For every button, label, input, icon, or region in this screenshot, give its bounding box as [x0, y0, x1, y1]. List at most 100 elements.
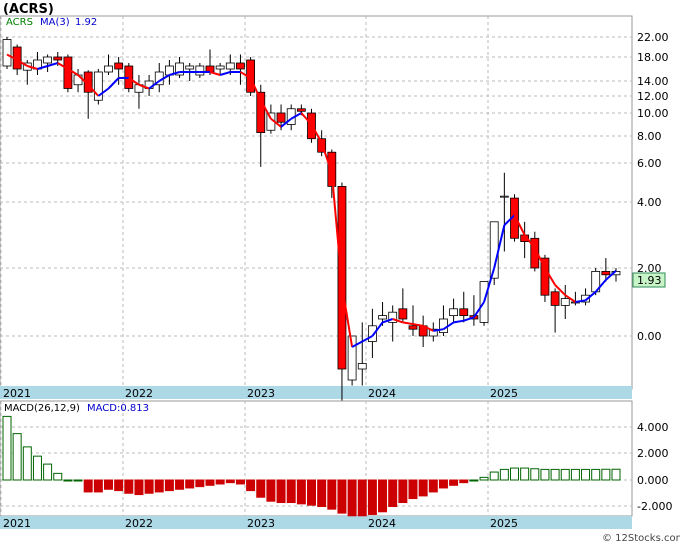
candle-body [276, 112, 286, 123]
candle-body [398, 308, 408, 320]
candle-body [63, 56, 73, 89]
price-y-tick-label: 22.00 [637, 31, 669, 44]
price-x-label: 2021 [3, 387, 31, 400]
candle-body [185, 65, 195, 70]
macd-bar [63, 479, 73, 482]
macd-bar [570, 468, 580, 481]
macd-x-label: 2021 [3, 517, 31, 530]
candle-body [449, 308, 459, 316]
macd-bar [134, 479, 144, 496]
macd-bar [2, 415, 12, 481]
candle-body [225, 62, 235, 70]
macd-bar [22, 446, 32, 481]
price-y-tick-label: 10.00 [637, 107, 669, 120]
macd-bar [550, 468, 560, 481]
macd-date-band [0, 516, 632, 529]
macd-bar [520, 467, 530, 481]
macd-bar [164, 479, 174, 492]
macd-bar [591, 468, 601, 481]
candle-body [296, 108, 306, 112]
macd-bar [530, 468, 540, 481]
macd-bar [205, 479, 215, 486]
macd-bar [12, 433, 22, 481]
macd-bar [367, 479, 377, 515]
macd-bar [175, 479, 185, 490]
macd-y-axis: 4.000 2.000 0.000 -2.000 [637, 421, 672, 513]
price-x-label: 2025 [490, 387, 518, 400]
candle-body [215, 65, 225, 70]
macd-bar [225, 479, 235, 484]
stock-chart: (ACRS) 2021 2022 2023 2024 2025 22.00 18.00 14… [0, 2, 680, 544]
legend-ma-label: MA(3) [40, 17, 70, 28]
macd-bar [104, 479, 113, 490]
candle-body [357, 363, 367, 370]
price-y-tick-label: 6.00 [637, 157, 662, 170]
macd-bar [43, 463, 53, 481]
candle-body [499, 195, 509, 198]
price-y-tick-label: 18.00 [637, 51, 669, 64]
macd-bar [388, 479, 398, 507]
price-y-tick-label: 0.00 [637, 330, 662, 343]
macd-bar [469, 479, 479, 482]
macd-bar [499, 468, 509, 481]
price-y-tick-label: 12.00 [637, 90, 669, 103]
candle-body [93, 71, 103, 101]
candle-body [114, 62, 124, 70]
candle-body [2, 39, 12, 67]
macd-y-tick-label: -2.000 [637, 500, 672, 513]
macd-bar [195, 479, 205, 488]
legend-ma-value: 1.92 [75, 17, 97, 28]
macd-bar [378, 479, 388, 513]
price-x-label: 2023 [247, 387, 275, 400]
macd-bar [408, 479, 418, 500]
macd-bar [144, 479, 154, 494]
macd-bar [124, 479, 134, 494]
candle-body [53, 56, 63, 61]
legend-ticker: ACRS [6, 17, 33, 28]
macd-bar [53, 472, 63, 481]
macd-y-tick-label: 4.000 [637, 421, 669, 434]
price-y-tick-label: 4.00 [637, 196, 662, 209]
macd-bar [256, 479, 266, 498]
macd-bar [398, 479, 408, 504]
macd-bar [449, 479, 459, 486]
macd-bar [540, 468, 550, 481]
candle-body [550, 291, 560, 306]
footer-watermark: © 12Stocks.com [602, 533, 680, 544]
macd-bar [246, 479, 256, 492]
candle-body [43, 56, 52, 64]
candle-body [104, 65, 113, 73]
macd-bar [286, 479, 296, 504]
macd-bar [93, 479, 103, 493]
macd-bar [296, 479, 306, 505]
price-y-tick-label: 8.00 [637, 130, 662, 143]
macd-bar [438, 479, 448, 489]
macd-bar [32, 455, 42, 481]
macd-bar [428, 479, 438, 493]
last-price-label: 1.93 [637, 274, 662, 287]
macd-bar [479, 476, 489, 481]
macd-bar [235, 479, 245, 485]
macd-bar [357, 479, 367, 517]
macd-bar [510, 467, 519, 481]
macd-bar [327, 479, 337, 510]
candle-body [459, 308, 469, 316]
chart-title: (ACRS) [3, 2, 54, 17]
price-date-band [0, 386, 632, 399]
macd-bar [611, 468, 621, 481]
macd-bar [266, 479, 276, 502]
macd-bar [215, 479, 225, 485]
macd-bar [337, 479, 347, 514]
macd-bar [83, 479, 93, 493]
candle-body [560, 298, 570, 306]
price-x-label: 2024 [368, 387, 396, 400]
macd-bar [601, 468, 611, 481]
macd-bar [276, 479, 286, 504]
candle-body [378, 315, 387, 320]
macd-legend-label: MACD(26,12,9) [4, 403, 80, 414]
macd-bar [418, 479, 428, 497]
macd-x-label: 2023 [247, 517, 275, 530]
macd-bar [560, 468, 570, 481]
candle-body [236, 62, 245, 70]
macd-y-tick-label: 2.000 [637, 447, 669, 460]
